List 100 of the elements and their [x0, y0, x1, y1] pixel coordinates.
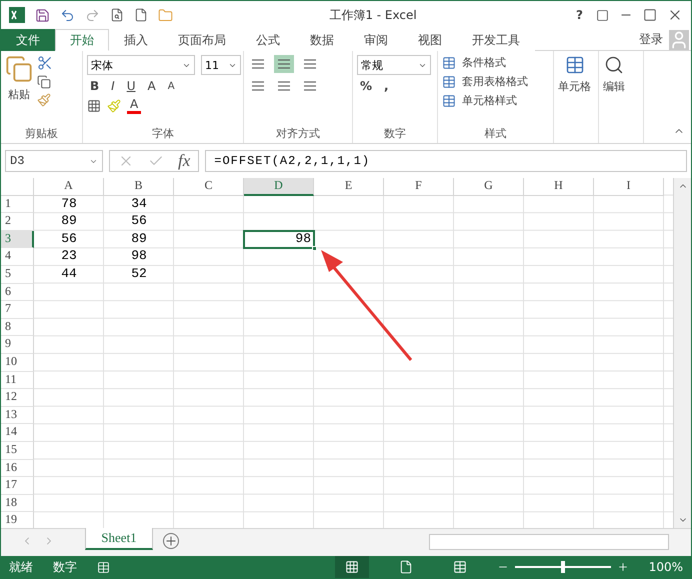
maximize-icon[interactable]: [643, 8, 657, 22]
border-icon[interactable]: [87, 98, 101, 112]
cut-icon[interactable]: [37, 55, 53, 71]
function-button[interactable]: fx: [178, 151, 190, 171]
search-icon: [604, 55, 624, 75]
percent-button[interactable]: %: [357, 79, 376, 93]
row-header[interactable]: 6: [1, 284, 34, 302]
table-icon: [442, 56, 456, 70]
align-lines-icon: [277, 81, 291, 91]
page-icon: [398, 560, 413, 574]
zoom-level: 100%: [648, 560, 683, 574]
grow-font-button[interactable]: A: [144, 79, 159, 93]
row-header[interactable]: 12: [1, 389, 34, 407]
table-cell-text: 98: [130, 248, 148, 266]
status-text: 数字: [53, 558, 77, 576]
status-text: 就绪: [9, 558, 33, 576]
name-box[interactable]: D3: [5, 150, 103, 172]
row-header[interactable]: 7: [1, 301, 34, 319]
column-header[interactable]: F: [384, 178, 454, 196]
style-menu-button[interactable]: 套用表格格式: [462, 74, 528, 89]
sheet-tab[interactable]: Sheet1: [85, 528, 153, 550]
italic-button[interactable]: I: [108, 79, 118, 93]
row-header[interactable]: 9: [1, 336, 34, 354]
row-header[interactable]: 2: [1, 213, 34, 231]
column-header[interactable]: H: [524, 178, 594, 196]
underline-button[interactable]: U: [124, 79, 138, 93]
font-size-field[interactable]: 11: [201, 55, 241, 75]
horizontal-scrollbar[interactable]: [429, 534, 669, 550]
align-lines-icon: [251, 81, 265, 91]
table-cell-text: 56: [130, 213, 148, 230]
table-icon: [452, 560, 467, 574]
row-header[interactable]: 13: [1, 406, 34, 424]
active-cell: 98: [244, 230, 314, 248]
align-lines-icon: [277, 59, 291, 69]
help-button[interactable]: ?: [573, 8, 586, 22]
align-middle-button[interactable]: [274, 55, 294, 73]
copy-icon[interactable]: [37, 75, 51, 89]
column-header[interactable]: G: [454, 178, 524, 196]
print-preview-icon[interactable]: [110, 8, 124, 22]
table-icon: [442, 74, 456, 88]
align-lines-icon: [303, 59, 317, 69]
table-cell-text: 52: [130, 266, 148, 283]
vertical-scrollbar[interactable]: [673, 178, 691, 528]
table-cell-text: 89: [60, 213, 78, 230]
group-label: 对齐方式: [275, 126, 321, 142]
ribbon-tab[interactable]: 文件: [1, 29, 55, 51]
zoom-in-icon[interactable]: [616, 561, 629, 573]
fill-color-icon[interactable]: [107, 98, 121, 112]
row-header[interactable]: 14: [1, 424, 34, 442]
login-link[interactable]: 登录: [633, 31, 669, 48]
fill-handle[interactable]: [312, 246, 317, 252]
row-header[interactable]: 3: [1, 230, 34, 248]
grid-icon: [344, 560, 359, 574]
group-label: 样式: [484, 126, 508, 142]
table-cell-text: 23: [60, 248, 78, 266]
save-icon[interactable]: [35, 8, 50, 22]
align-lines-icon: [303, 81, 317, 91]
font-color-button[interactable]: A: [127, 97, 142, 114]
column-header[interactable]: A: [34, 178, 104, 196]
table-cell-text: 34: [130, 196, 148, 213]
zoom-slider-thumb[interactable]: [560, 561, 565, 573]
ribbon-tab[interactable]: 开始: [55, 29, 109, 51]
table-icon: [564, 55, 584, 75]
new-file-icon[interactable]: [134, 8, 148, 22]
window-title: 工作簿1 - Excel: [328, 6, 418, 24]
font-name-field[interactable]: 宋体: [87, 55, 195, 75]
bold-button[interactable]: B: [87, 79, 102, 93]
row-header[interactable]: 10: [1, 354, 34, 372]
column-header[interactable]: C: [174, 178, 244, 196]
column-header[interactable]: B: [104, 178, 174, 196]
row-header[interactable]: 11: [1, 372, 34, 390]
number-format-field[interactable]: 常规: [357, 55, 431, 75]
column-header[interactable]: D: [244, 178, 314, 196]
view-button[interactable]: [334, 556, 369, 578]
table-cell-text: 56: [60, 230, 78, 248]
style-menu-button[interactable]: 条件格式: [462, 55, 506, 70]
align-lines-icon: [251, 59, 265, 69]
formula-field[interactable]: =OFFSET(A2,2,1,1,1): [205, 150, 687, 172]
paste-button[interactable]: 粘贴: [8, 87, 30, 102]
style-menu-button[interactable]: 单元格样式: [462, 93, 517, 108]
shrink-font-button[interactable]: A: [164, 80, 178, 92]
column-header[interactable]: E: [314, 178, 384, 196]
cells-button[interactable]: 单元格: [558, 79, 591, 94]
table-icon: [442, 94, 456, 108]
row-header[interactable]: 17: [1, 477, 34, 495]
undo-icon[interactable]: [60, 8, 75, 22]
row-header[interactable]: 1: [1, 196, 34, 214]
add-sheet-icon[interactable]: [163, 533, 179, 549]
row-header[interactable]: 5: [1, 266, 34, 284]
row-header[interactable]: 18: [1, 494, 34, 512]
comma-button[interactable]: ,: [381, 79, 392, 93]
row-header[interactable]: 8: [1, 318, 34, 336]
table-cell-text: 89: [130, 230, 148, 248]
table-cell-text: 44: [60, 266, 78, 283]
row-header[interactable]: 15: [1, 442, 34, 460]
column-header[interactable]: I: [594, 178, 664, 196]
editing-button[interactable]: 编辑: [603, 79, 625, 94]
row-header[interactable]: 16: [1, 460, 34, 478]
group-label: 剪贴板: [24, 126, 59, 142]
group-label: 字体: [151, 126, 175, 142]
